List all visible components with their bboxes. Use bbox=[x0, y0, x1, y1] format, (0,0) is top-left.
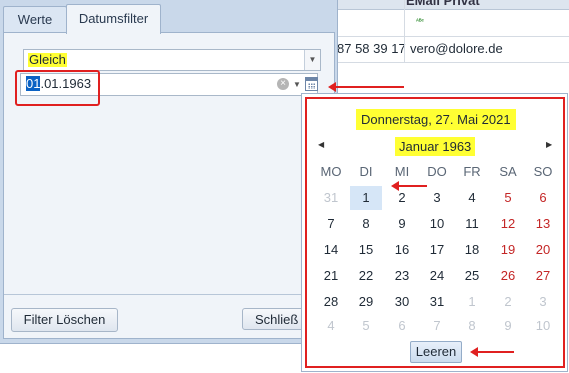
filter-clear-button[interactable]: Filter Löschen bbox=[11, 308, 118, 332]
weekday-header: DO bbox=[427, 164, 447, 179]
calendar-day[interactable]: 16 bbox=[386, 238, 418, 262]
calendar-clear-button[interactable]: Leeren bbox=[410, 341, 462, 363]
weekday-header: DI bbox=[359, 164, 373, 179]
calendar-day[interactable]: 6 bbox=[386, 314, 418, 338]
calendar-month-label[interactable]: Januar 1963 bbox=[395, 137, 476, 156]
calendar-day[interactable]: 5 bbox=[492, 186, 524, 210]
calendar-day[interactable]: 1 bbox=[456, 290, 488, 314]
tab-werte[interactable]: Werte bbox=[3, 6, 67, 33]
calendar-day[interactable]: 10 bbox=[421, 212, 453, 236]
calendar-day[interactable]: 9 bbox=[386, 212, 418, 236]
calendar-day[interactable]: 17 bbox=[421, 238, 453, 262]
calendar-day[interactable]: 9 bbox=[492, 314, 524, 338]
calendar-day[interactable]: 25 bbox=[456, 264, 488, 288]
next-month-icon[interactable]: ▶ bbox=[546, 140, 552, 149]
annotation-arrow bbox=[470, 347, 514, 357]
clear-icon[interactable]: × bbox=[277, 78, 289, 90]
abc-text-icon: ᴬᴮᶜ bbox=[416, 19, 424, 25]
weekday-header: MO bbox=[320, 164, 342, 179]
operator-value: Gleich bbox=[28, 52, 67, 67]
calendar-day[interactable]: 19 bbox=[492, 238, 524, 262]
annotation-box-date-input bbox=[15, 70, 100, 106]
calendar-day[interactable]: 7 bbox=[421, 314, 453, 338]
weekday-header: SO bbox=[533, 164, 553, 179]
previous-month-icon[interactable]: ◀ bbox=[318, 140, 324, 149]
calendar-day[interactable]: 11 bbox=[456, 212, 488, 236]
calendar-day[interactable]: 4 bbox=[315, 314, 347, 338]
calendar-icon[interactable] bbox=[305, 77, 318, 91]
annotation-arrow bbox=[391, 181, 427, 191]
calendar-day[interactable]: 5 bbox=[350, 314, 382, 338]
table-row[interactable]: 87 58 39 17 vero@dolore.de bbox=[334, 36, 569, 63]
calendar-day[interactable]: 20 bbox=[527, 238, 559, 262]
calendar-day[interactable]: 13 bbox=[527, 212, 559, 236]
calendar-day[interactable]: 10 bbox=[527, 314, 559, 338]
table-row[interactable]: ᴬᴮᶜ bbox=[334, 10, 569, 37]
calendar-day[interactable]: 3 bbox=[527, 290, 559, 314]
calendar-day[interactable]: 31 bbox=[421, 290, 453, 314]
operator-select[interactable]: Gleich ▼ bbox=[23, 49, 321, 71]
calendar-day[interactable]: 26 bbox=[492, 264, 524, 288]
calendar-day[interactable]: 2 bbox=[492, 290, 524, 314]
calendar-day[interactable]: 27 bbox=[527, 264, 559, 288]
calendar-day[interactable]: 14 bbox=[315, 238, 347, 262]
chevron-down-icon[interactable]: ▼ bbox=[304, 50, 320, 70]
filter-dialog: Werte Datumsfilter Gleich ▼ 01.01.1963 ×… bbox=[0, 0, 338, 344]
annotation-arrow bbox=[328, 82, 404, 92]
calendar-day[interactable]: 28 bbox=[315, 290, 347, 314]
calendar-day[interactable]: 21 bbox=[315, 264, 347, 288]
email-cell[interactable]: vero@dolore.de bbox=[410, 36, 503, 62]
calendar-day[interactable]: 22 bbox=[350, 264, 382, 288]
calendar-day[interactable]: 23 bbox=[386, 264, 418, 288]
weekday-header: MI bbox=[394, 164, 410, 179]
calendar-day[interactable]: 30 bbox=[386, 290, 418, 314]
phone-cell[interactable]: 87 58 39 17 bbox=[337, 36, 406, 62]
chevron-down-icon[interactable]: ▼ bbox=[292, 74, 302, 95]
calendar-day[interactable]: 6 bbox=[527, 186, 559, 210]
calendar-day[interactable]: 8 bbox=[350, 212, 382, 236]
calendar-day[interactable]: 4 bbox=[456, 186, 488, 210]
grid-header: EMail Privat bbox=[334, 0, 569, 10]
calendar-day[interactable]: 15 bbox=[350, 238, 382, 262]
calendar-day[interactable]: 18 bbox=[456, 238, 488, 262]
calendar-day[interactable]: 31 bbox=[315, 186, 347, 210]
weekday-header: SA bbox=[499, 164, 517, 179]
grid-header-email[interactable]: EMail Privat bbox=[406, 0, 480, 8]
weekday-header: FR bbox=[463, 164, 481, 179]
calendar-today-label[interactable]: Donnerstag, 27. Mai 2021 bbox=[356, 109, 516, 130]
column-divider bbox=[404, 0, 405, 62]
calendar-day[interactable]: 24 bbox=[421, 264, 453, 288]
divider bbox=[4, 294, 334, 295]
calendar-day[interactable]: 1 bbox=[350, 186, 382, 210]
tab-datumsfilter-label: Datumsfilter bbox=[78, 11, 149, 26]
tab-werte-label: Werte bbox=[17, 12, 53, 27]
calendar-day[interactable]: 7 bbox=[315, 212, 347, 236]
calendar-day[interactable]: 8 bbox=[456, 314, 488, 338]
calendar-day[interactable]: 12 bbox=[492, 212, 524, 236]
calendar-day[interactable]: 29 bbox=[350, 290, 382, 314]
tab-datumsfilter[interactable]: Datumsfilter bbox=[66, 4, 161, 34]
calendar-day[interactable]: 3 bbox=[421, 186, 453, 210]
